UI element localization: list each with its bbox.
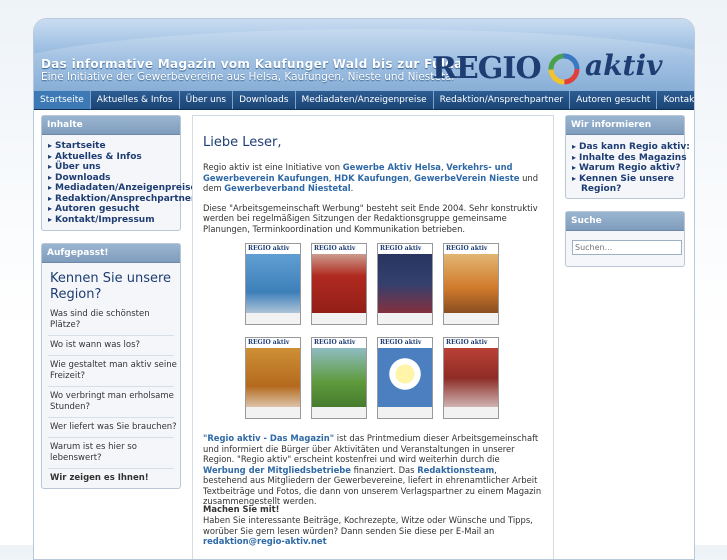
nav-aktuelles[interactable]: Aktuelles & Infos	[91, 91, 180, 109]
divider	[48, 437, 174, 438]
question-item: Wo ist wann was los?	[50, 340, 141, 350]
nav-mediadaten[interactable]: Mediadaten/Anzeigenpreise	[296, 91, 434, 109]
intro-paragraph: Regio aktiv ist eine Initiative von Gewe…	[203, 162, 539, 193]
regio-aktiv-logo[interactable]: REGIO aktiv	[432, 49, 692, 89]
divider	[48, 386, 174, 387]
info-item-warum[interactable]: Warum Regio aktiv?	[572, 163, 684, 174]
link-werbung-mitgliedsbetriebe[interactable]: Werbung der Mitgliedsbetriebe	[203, 465, 351, 475]
mitmachen-paragraph: Haben Sie interessante Beiträge, Kochrez…	[203, 515, 533, 546]
divider	[48, 335, 174, 336]
divider	[48, 355, 174, 356]
nav-downloads[interactable]: Downloads	[233, 91, 296, 109]
inhalte-item-autoren[interactable]: Autoren gesucht	[48, 204, 180, 215]
inhalte-item-ueber-uns[interactable]: Über uns	[48, 162, 180, 173]
main-navigation: Startseite Aktuelles & Infos Über uns Do…	[34, 91, 694, 110]
site-subtagline: Eine Initiative der Gewerbevereine aus H…	[41, 71, 455, 83]
magazine-cover[interactable]: REGIO aktiv	[377, 243, 433, 325]
link-das-magazin[interactable]: "Regio aktiv - Das Magazin"	[203, 433, 334, 443]
search-box: Suche	[565, 211, 685, 267]
magazine-cover[interactable]: REGIO aktiv	[311, 243, 367, 325]
magazin-paragraph: "Regio aktiv - Das Magazin" ist das Prin…	[203, 433, 542, 506]
link-gewerbeverband-niestetal[interactable]: Gewerbeverband Niestetal	[224, 183, 350, 193]
page-title: Liebe Leser,	[203, 135, 282, 150]
inhalte-title: Inhalte	[42, 116, 180, 135]
magazine-covers: REGIO aktiv REGIO aktiv REGIO aktiv REGI…	[245, 243, 505, 423]
question-item: Wie gestaltet man aktiv seine Freizeit?	[50, 360, 177, 381]
magazine-cover[interactable]: REGIO aktiv	[245, 337, 301, 419]
page-frame: Das informative Magazin vom Kaufunger Wa…	[33, 18, 695, 560]
magazine-cover[interactable]: REGIO aktiv	[443, 243, 499, 325]
magazine-cover[interactable]: REGIO aktiv	[311, 337, 367, 419]
nav-startseite[interactable]: Startseite	[34, 91, 91, 109]
info-item-inhalte[interactable]: Inhalte des Magazins	[572, 153, 687, 164]
info-item-kennen-sie[interactable]: Kennen Sie unsere Region?	[572, 174, 681, 195]
magazine-cover[interactable]: REGIO aktiv	[245, 243, 301, 325]
question-item: Wer liefert was Sie brauchen?	[50, 422, 177, 432]
divider	[48, 468, 174, 469]
search-title: Suche	[566, 212, 684, 231]
aufgepasst-heading: Kennen Sie unsere Region?	[50, 271, 172, 302]
inhalte-item-startseite[interactable]: Startseite	[48, 141, 180, 152]
inhalte-item-redaktion[interactable]: Redaktion/Ansprechpartner	[48, 194, 195, 205]
info-item-das-kann[interactable]: Das kann Regio aktiv:	[572, 142, 690, 153]
nav-ueber-uns[interactable]: Über uns	[180, 91, 234, 109]
link-gewerbe-aktiv-helsa[interactable]: Gewerbe Aktiv Helsa	[343, 162, 441, 172]
question-item: Wo verbringt man erholsame Stunden?	[50, 391, 174, 412]
link-gewerbeverein-nieste[interactable]: GewerbeVerein Nieste	[414, 173, 519, 183]
question-item: Warum ist es hier so lebenswert?	[50, 442, 137, 463]
search-input[interactable]	[572, 240, 682, 255]
inhalte-item-kontakt[interactable]: Kontakt/Impressum	[48, 215, 180, 226]
magazine-cover[interactable]: REGIO aktiv	[377, 337, 433, 419]
link-hdk-kaufungen[interactable]: HDK Kaufungen	[334, 173, 409, 183]
closing-text: Wir zeigen es Ihnen!	[50, 473, 149, 483]
header-banner: Das informative Magazin vom Kaufunger Wa…	[34, 19, 694, 119]
inhalte-item-aktuelles[interactable]: Aktuelles & Infos	[48, 152, 180, 163]
nav-redaktion[interactable]: Redaktion/Ansprechpartner	[434, 91, 571, 109]
logo-regio-text: REGIO	[432, 51, 542, 86]
info-box: Wir informieren Das kann Regio aktiv: In…	[565, 115, 690, 199]
nav-autoren[interactable]: Autoren gesucht	[570, 91, 658, 109]
aufgepasst-title: Aufgepasst!	[42, 244, 180, 263]
mitmachen-heading: Machen Sie mit!	[203, 504, 280, 514]
main-content: Liebe Leser, Regio aktiv ist eine Initia…	[192, 115, 554, 559]
nav-kontakt[interactable]: Kontakt/Impressum	[657, 91, 694, 109]
magazine-cover[interactable]: REGIO aktiv	[443, 337, 499, 419]
site-tagline: Das informative Magazin vom Kaufunger Wa…	[41, 57, 463, 71]
aufgepasst-box: Aufgepasst! Kennen Sie unsere Region? Wa…	[41, 243, 181, 489]
logo-ring-icon	[548, 53, 580, 85]
link-redaktionsteam[interactable]: Redaktionsteam	[417, 465, 494, 475]
arbeitsgemeinschaft-paragraph: Diese "Arbeitsgemeinschaft Werbung" best…	[203, 202, 538, 234]
inhalte-menu: Startseite Aktuelles & Infos Über uns Do…	[42, 141, 197, 226]
divider	[48, 417, 174, 418]
inhalte-item-mediadaten[interactable]: Mediadaten/Anzeigenpreise	[48, 183, 197, 194]
info-menu: Das kann Regio aktiv: Inhalte des Magazi…	[566, 142, 690, 195]
info-title: Wir informieren	[566, 116, 684, 135]
inhalte-box: Inhalte Startseite Aktuelles & Infos Übe…	[41, 115, 197, 231]
logo-aktiv-text: aktiv	[585, 49, 663, 82]
question-item: Was sind die schönsten Plätze?	[50, 309, 150, 330]
inhalte-item-downloads[interactable]: Downloads	[48, 173, 180, 184]
